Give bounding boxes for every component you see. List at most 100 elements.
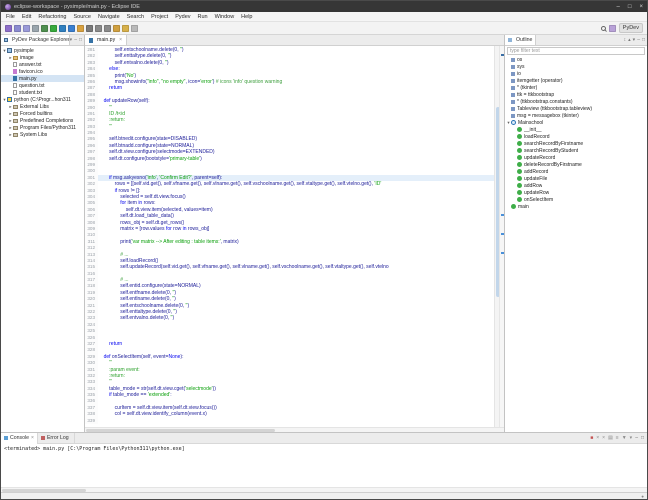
outline-item[interactable]: main (505, 203, 647, 210)
outline-item[interactable]: sys (505, 63, 647, 70)
clear-console-icon[interactable]: ▤ (608, 435, 613, 441)
tree-item[interactable]: ▸ Predefined Completions (1, 117, 84, 124)
external-tools-icon[interactable] (59, 24, 66, 32)
outline-item[interactable]: updateRow (505, 189, 647, 196)
tree-item[interactable]: student.txt (1, 89, 84, 96)
menu-item[interactable]: Run (198, 14, 208, 20)
console-view-tab[interactable]: Error Log (38, 432, 75, 444)
minimize-window-button[interactable]: – (617, 4, 620, 10)
editor-tab-main-py[interactable]: main.py × (85, 35, 128, 45)
maximize-view-icon[interactable]: □ (642, 37, 645, 43)
outline-item[interactable]: deleteRecordByFirstname (505, 161, 647, 168)
code-area[interactable]: 281 self.entschoolname.delete(0, '') 282 … (85, 46, 494, 427)
pin-console-icon[interactable]: ▼ (622, 435, 627, 441)
view-menu-icon[interactable]: ▾ (70, 37, 73, 43)
menu-item[interactable]: Project (151, 14, 168, 20)
menu-item[interactable]: Edit (22, 14, 31, 20)
package-explorer-tab[interactable]: PyDev Package Explorer (1, 35, 70, 45)
outline-item[interactable]: updateRecord (505, 154, 647, 161)
search-icon[interactable] (86, 24, 93, 32)
console-output[interactable]: <terminated> main.py [C:\Program Files\P… (1, 444, 647, 487)
close-editor-tab-icon[interactable]: × (119, 37, 122, 43)
tree-item[interactable]: ▸ Program Files/Python311 (1, 124, 84, 131)
overview-mark[interactable] (501, 53, 504, 56)
outline-item[interactable]: Tableview (ttkbootstrap.tableview) (505, 105, 647, 112)
close-window-button[interactable]: × (639, 4, 643, 10)
outline-item[interactable]: os (505, 56, 647, 63)
forward-icon[interactable] (131, 24, 138, 32)
terminate-icon[interactable]: ■ (590, 435, 593, 441)
remove-all-launches-icon[interactable]: × (602, 435, 605, 441)
view-menu-icon[interactable]: ▾ (633, 37, 636, 43)
tree-item[interactable]: question.txt (1, 82, 84, 89)
outline-item[interactable]: updateFile (505, 175, 647, 182)
console-view-tab[interactable]: Console × (1, 432, 38, 444)
outline-item[interactable]: searchRecordByFirstname (505, 140, 647, 147)
maximize-view-icon[interactable]: □ (641, 435, 644, 441)
outline-item[interactable]: onSelectItem (505, 196, 647, 203)
back-icon[interactable] (122, 24, 129, 32)
collapse-all-icon[interactable]: ▴ (628, 37, 631, 43)
outline-item[interactable]: itemgetter (operator) (505, 77, 647, 84)
next-annotation-icon[interactable] (95, 24, 102, 32)
overview-ruler[interactable] (499, 46, 504, 427)
code-line[interactable]: 339 (85, 417, 494, 425)
run-icon[interactable] (50, 24, 57, 32)
notifications-icon[interactable]: ● (641, 494, 644, 499)
minimize-view-icon[interactable]: – (637, 37, 640, 43)
menu-item[interactable]: Help (241, 14, 252, 20)
menu-item[interactable]: Refactoring (38, 14, 66, 20)
scrollbar-thumb[interactable] (2, 488, 86, 492)
new-pydev-package-icon[interactable] (77, 24, 84, 32)
outline-item[interactable]: io (505, 70, 647, 77)
outline-item[interactable]: __init__ (505, 126, 647, 133)
last-edit-location-icon[interactable] (113, 24, 120, 32)
tree-item[interactable]: ▸ Forced builtins (1, 110, 84, 117)
tree-item[interactable]: favicon.ico (1, 68, 84, 75)
console-horizontal-scrollbar[interactable] (1, 487, 647, 492)
close-tab-icon[interactable]: × (31, 435, 34, 441)
tree-item[interactable]: ▸ External Libs (1, 103, 84, 110)
tree-item[interactable]: ▾ pysimple (1, 47, 84, 54)
tree-item[interactable]: ▾ python (C:\Progr...hon311 (1, 96, 84, 103)
open-perspective-icon[interactable] (608, 24, 616, 32)
maximize-window-button[interactable]: □ (628, 4, 632, 10)
menu-item[interactable]: Pydev (175, 14, 190, 20)
new-pydev-module-icon[interactable] (68, 24, 75, 32)
menu-item[interactable]: Source (74, 14, 91, 20)
perspective-pydev-button[interactable]: PyDev (618, 23, 643, 33)
tree-item[interactable]: main.py (1, 75, 84, 82)
outline-item[interactable]: * (tkinter) (505, 84, 647, 91)
menu-item[interactable]: Search (127, 14, 144, 20)
minimize-view-icon[interactable]: – (635, 435, 638, 441)
outline-item[interactable]: msg = messagebox (tkinter) (505, 112, 647, 119)
scrollbar-thumb[interactable] (86, 428, 275, 432)
quick-access-search-icon[interactable] (600, 25, 606, 31)
debug-icon[interactable] (41, 24, 48, 32)
overview-mark[interactable] (501, 213, 504, 216)
outline-item[interactable]: ttk = ttkbootstrap (505, 91, 647, 98)
open-console-icon[interactable]: ▾ (630, 435, 633, 441)
outline-item[interactable]: loadRecord (505, 133, 647, 140)
maximize-view-icon[interactable]: □ (79, 37, 82, 43)
remove-launch-icon[interactable]: × (596, 435, 599, 441)
new-wizard-icon[interactable] (5, 24, 12, 32)
outline-tab[interactable]: Outline (505, 35, 537, 45)
outline-filter-input[interactable] (507, 47, 645, 55)
save-all-icon[interactable] (23, 24, 30, 32)
tree-item[interactable]: ▸ System Libs (1, 131, 84, 138)
outline-item[interactable]: ▾ Mainschool (505, 119, 647, 126)
overview-mark[interactable] (501, 232, 504, 235)
save-icon[interactable] (14, 24, 21, 32)
tree-item[interactable]: answer.txt (1, 61, 84, 68)
sort-icon[interactable]: ↕ (624, 37, 627, 43)
editor-horizontal-scrollbar[interactable] (85, 427, 504, 432)
outline-item[interactable]: * (ttkbootstrap.constants) (505, 98, 647, 105)
outline-item[interactable]: addRow (505, 182, 647, 189)
menu-item[interactable]: Window (215, 14, 235, 20)
menu-item[interactable]: File (6, 14, 15, 20)
outline-item[interactable]: searchRecordByStudent (505, 147, 647, 154)
overview-mark[interactable] (501, 251, 504, 254)
print-icon[interactable] (32, 24, 39, 32)
scroll-lock-icon[interactable]: ≡ (616, 435, 619, 441)
